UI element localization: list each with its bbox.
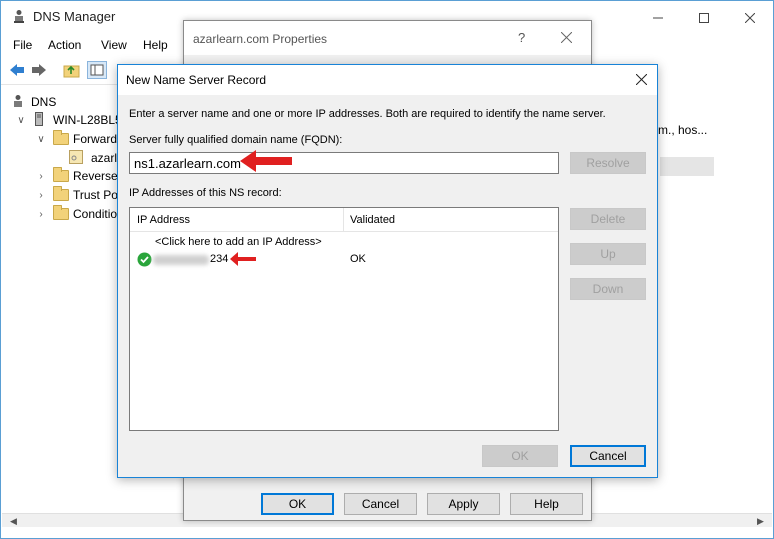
tree-item-zone[interactable]: azarl <box>69 149 117 167</box>
chevron-right-icon[interactable]: › <box>35 171 47 182</box>
close-button[interactable] <box>727 3 773 33</box>
menu-help[interactable]: Help <box>143 38 168 52</box>
fqdn-input-value: ns1.azarlearn.com <box>134 156 241 171</box>
menu-bar: File Action View Help <box>1 35 201 55</box>
scroll-right-icon[interactable]: ▶ <box>757 516 764 527</box>
tree-item-reverse-zones[interactable]: › Reverse <box>35 167 118 185</box>
properties-apply-button[interactable]: Apply <box>427 493 500 515</box>
properties-cancel-button[interactable]: Cancel <box>344 493 417 515</box>
chevron-down-icon[interactable]: ∨ <box>15 115 27 126</box>
maximize-button[interactable] <box>681 3 727 33</box>
fqdn-input[interactable]: ns1.azarlearn.com <box>129 152 559 174</box>
properties-close-icon[interactable] <box>560 31 573 46</box>
fqdn-label: Server fully qualified domain name (FQDN… <box>129 134 343 146</box>
scroll-left-icon[interactable]: ◀ <box>10 516 17 527</box>
ip-address-suffix: 234 <box>210 253 229 265</box>
ns-dialog-close-icon[interactable] <box>635 73 648 88</box>
column-header-validated[interactable]: Validated <box>350 214 395 226</box>
ip-list-header: IP Address Validated <box>130 208 558 232</box>
chevron-right-icon[interactable]: › <box>35 190 47 201</box>
folder-icon <box>53 186 69 201</box>
tree-item-conditional-forwarders[interactable]: › Conditio <box>35 205 117 223</box>
ns-instructions: Enter a server name and one or more IP a… <box>129 108 606 120</box>
column-header-ip[interactable]: IP Address <box>137 214 190 226</box>
right-pane-text: m., hos... <box>658 123 708 137</box>
ns-cancel-button[interactable]: Cancel <box>570 445 646 467</box>
ns-dialog-titlebar: New Name Server Record <box>118 65 657 95</box>
ip-list-label: IP Addresses of this NS record: <box>129 187 282 199</box>
table-row[interactable]: 234 OK <box>130 251 558 269</box>
tree-item-dns[interactable]: DNS <box>11 93 56 111</box>
folder-icon <box>53 167 69 182</box>
resolve-button[interactable]: Resolve <box>570 152 646 174</box>
dns-node-icon <box>11 94 27 111</box>
validated-status: OK <box>350 253 366 265</box>
folder-icon <box>53 130 69 145</box>
dns-app-icon <box>12 9 26 23</box>
chevron-right-icon[interactable]: › <box>35 209 47 220</box>
menu-view[interactable]: View <box>101 38 127 52</box>
check-icon <box>137 252 152 270</box>
properties-help-button[interactable]: Help <box>510 493 583 515</box>
tree-item-forward-zones[interactable]: ∨ Forward <box>35 130 117 148</box>
tree-item-server[interactable]: ∨ WIN-L28BL5 <box>15 111 122 129</box>
menu-file[interactable]: File <box>13 38 32 52</box>
show-hide-tree-icon[interactable] <box>87 61 107 79</box>
minimize-button[interactable] <box>635 3 681 33</box>
properties-title: azarlearn.com Properties <box>193 32 328 46</box>
tree-item-trust-points[interactable]: › Trust Po <box>35 186 118 204</box>
add-ip-prompt[interactable]: <Click here to add an IP Address> <box>155 236 322 248</box>
server-icon <box>35 111 47 129</box>
right-pane-selected-row <box>660 157 714 176</box>
up-folder-icon[interactable] <box>63 62 81 81</box>
ns-dialog-title: New Name Server Record <box>126 73 267 87</box>
chevron-down-icon[interactable]: ∨ <box>35 134 47 145</box>
blurred-ip-prefix <box>153 255 209 265</box>
properties-help-glyph[interactable]: ? <box>518 30 525 45</box>
delete-button[interactable]: Delete <box>570 208 646 230</box>
column-divider <box>343 208 344 232</box>
annotation-arrow-fqdn <box>240 150 292 172</box>
menu-action[interactable]: Action <box>48 38 81 52</box>
properties-ok-button[interactable]: OK <box>261 493 334 515</box>
zone-file-icon <box>69 149 85 167</box>
ns-record-dialog: New Name Server Record Enter a server na… <box>117 64 658 478</box>
ip-address-list[interactable]: IP Address Validated <Click here to add … <box>129 207 559 431</box>
properties-titlebar: azarlearn.com Properties ? <box>184 21 591 55</box>
main-window-title: DNS Manager <box>33 9 116 24</box>
up-button[interactable]: Up <box>570 243 646 265</box>
down-button[interactable]: Down <box>570 278 646 300</box>
folder-icon <box>53 205 69 220</box>
ns-ok-button[interactable]: OK <box>482 445 558 467</box>
annotation-arrow-ip <box>230 252 256 266</box>
back-icon[interactable] <box>9 63 25 80</box>
forward-icon[interactable] <box>31 63 47 80</box>
